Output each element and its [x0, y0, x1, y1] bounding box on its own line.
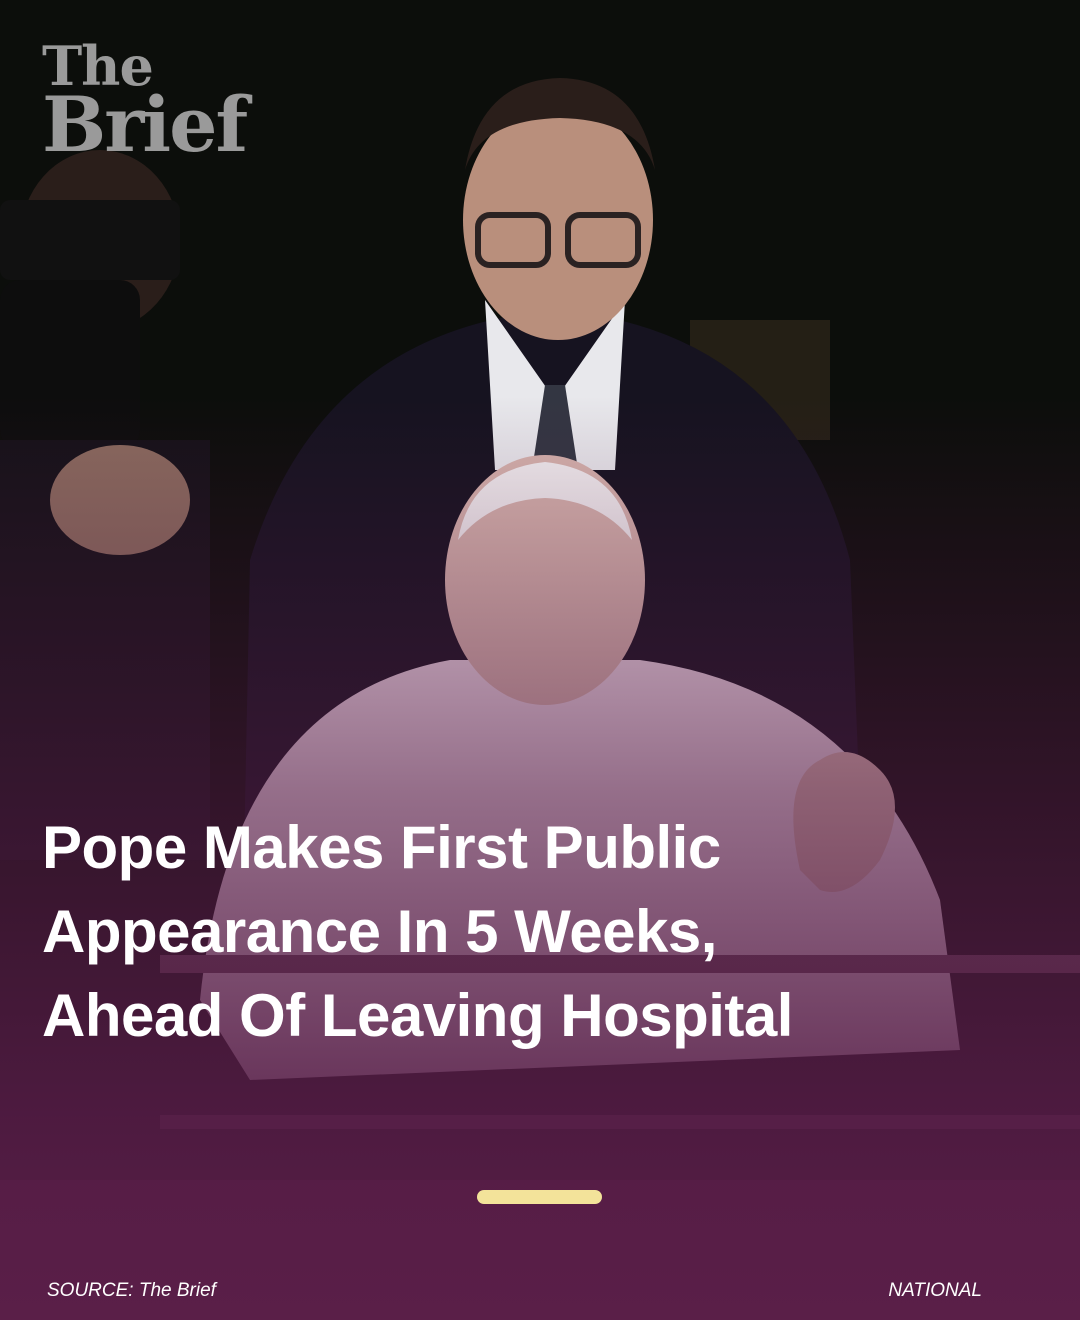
headline-line: Ahead Of Leaving Hospital: [42, 982, 793, 1049]
footer: SOURCE: The Brief NATIONAL: [0, 1280, 1080, 1308]
headline-line: Pope Makes First Public: [42, 814, 721, 881]
headline[interactable]: Pope Makes First Public Appearance In 5 …: [42, 806, 1002, 1058]
brand-logo-line2: Brief: [42, 79, 248, 169]
story-card[interactable]: The Brief Pope Makes First Public Appear…: [0, 0, 1080, 1320]
headline-line: Appearance In 5 Weeks,: [42, 898, 717, 965]
source-label: SOURCE: The Brief: [47, 1280, 216, 1301]
page-indicator[interactable]: [477, 1190, 602, 1204]
category-label: NATIONAL: [888, 1280, 982, 1301]
gradient-overlay: [0, 0, 1080, 1320]
brand-logo: The Brief: [42, 39, 248, 169]
